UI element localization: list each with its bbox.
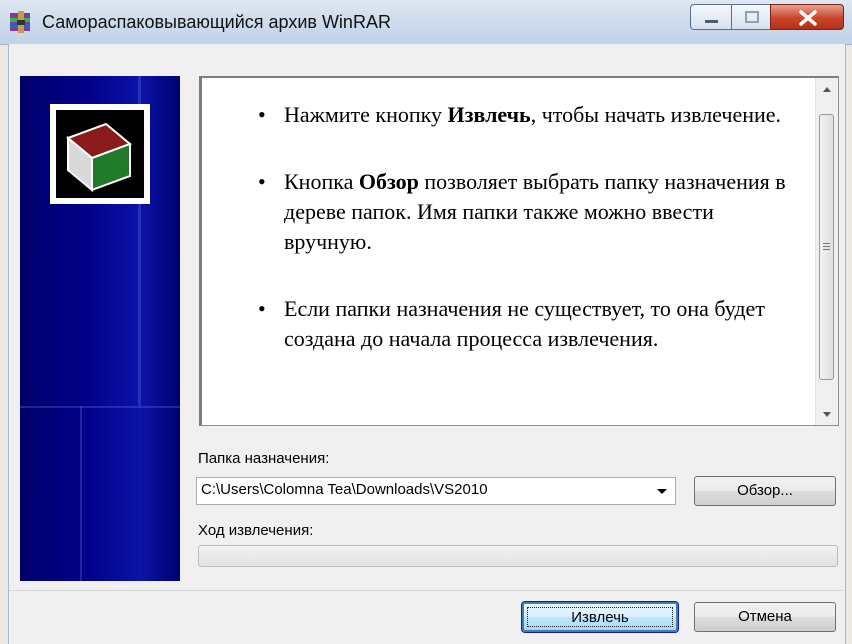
minimize-button[interactable] xyxy=(690,4,732,30)
instruction-bold: Обзор xyxy=(358,169,419,194)
instruction-item: • Нажмите кнопку Извлечь, чтобы начать из… xyxy=(252,100,800,130)
instruction-item: • Кнопка Обзор позволяет выбрать папку на… xyxy=(252,167,800,257)
instruction-text: Нажмите кнопку xyxy=(284,102,448,127)
minimize-icon xyxy=(705,20,718,23)
destination-path-input[interactable] xyxy=(201,481,641,498)
instruction-bold: Извлечь xyxy=(447,102,531,127)
instruction-text: Если папки назначения не существует, то … xyxy=(284,296,765,351)
bullet: • xyxy=(258,169,266,194)
cancel-button[interactable]: Отмена xyxy=(694,602,836,632)
close-button[interactable] xyxy=(770,4,844,30)
extraction-progress-bar xyxy=(198,545,838,567)
instruction-text: Кнопка xyxy=(284,169,359,194)
maximize-icon xyxy=(745,11,759,23)
instruction-text: , чтобы начать извлечение. xyxy=(530,102,782,127)
destination-label: Папка назначения: xyxy=(198,450,330,467)
instruction-item: • Если папки назначения не существует, то… xyxy=(252,294,800,354)
bullet: • xyxy=(258,102,266,127)
browse-button[interactable]: Обзор... xyxy=(694,476,836,506)
winrar-app-icon xyxy=(8,10,36,34)
scroll-up-button[interactable] xyxy=(816,78,838,100)
scroll-down-button[interactable] xyxy=(816,403,838,425)
bullet: • xyxy=(258,296,266,321)
divider xyxy=(9,590,843,591)
vertical-scrollbar[interactable] xyxy=(815,78,838,425)
extract-button[interactable]: Извлечь xyxy=(522,602,678,632)
archive-logo-icon xyxy=(50,104,150,204)
instructions-list: • Нажмите кнопку Извлечь, чтобы начать из… xyxy=(252,100,800,391)
close-icon xyxy=(799,10,817,26)
arrow-down-icon xyxy=(823,412,831,417)
maximize-button[interactable] xyxy=(731,4,771,30)
title-bar[interactable]: Самораспаковывающийся архив WinRAR xyxy=(0,0,852,45)
dropdown-arrow-icon[interactable] xyxy=(649,478,675,504)
window-title: Самораспаковывающийся архив WinRAR xyxy=(42,12,391,32)
progress-label: Ход извлечения: xyxy=(198,522,314,539)
readme-text-area[interactable]: • Нажмите кнопку Извлечь, чтобы начать из… xyxy=(199,76,839,426)
sidebar-banner xyxy=(20,76,180,581)
grip-icon xyxy=(823,243,830,250)
arrow-up-icon xyxy=(823,87,831,92)
destination-path-combobox[interactable] xyxy=(196,477,676,505)
scroll-thumb[interactable] xyxy=(819,114,834,380)
